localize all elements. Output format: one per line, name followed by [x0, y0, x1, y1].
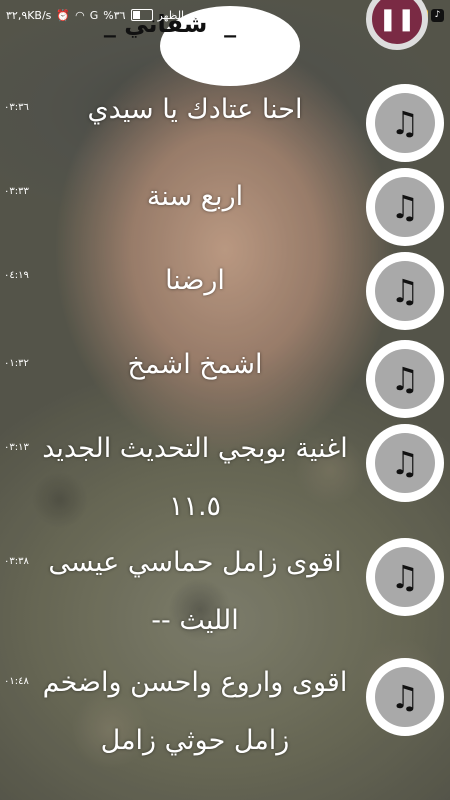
wifi-icon: ◠	[75, 8, 85, 22]
song-disc[interactable]: ♫	[366, 538, 444, 616]
song-list: ٠٣:٣٦ احنا عتادك يا سيدي ♫ ٠٣:٣٣ اربع سن…	[0, 80, 450, 800]
song-duration: ٠٤:١٩	[4, 270, 29, 281]
battery-percent: ٣٦%	[103, 8, 126, 22]
song-title: اقوى زامل حماسي عيسى الليث --	[48, 547, 342, 636]
song-duration: ٠٣:١٣	[4, 442, 29, 453]
song-disc[interactable]: ♫	[366, 252, 444, 330]
clock: ١١:٠٨ بعد الظهر	[157, 8, 233, 22]
song-title: اشمخ اشمخ	[127, 349, 263, 380]
song-duration: ٠١:٣٢	[4, 358, 29, 369]
song-item[interactable]: ٠٣:٣٦ احنا عتادك يا سيدي ♫	[0, 80, 450, 170]
alarm-icon: ⏰	[56, 8, 71, 22]
tiktok-icon: ♪	[431, 8, 444, 22]
song-item[interactable]: ٠١:٤٨ اقوى واروع واحسن واضخم زامل حوثي ز…	[0, 654, 450, 800]
pause-icon: ❚❚	[378, 6, 416, 32]
song-item[interactable]: ٠٣:١٣ اغنية بوبجي التحديث الجديد ١١.٥ ♫	[0, 420, 450, 540]
song-title: احنا عتادك يا سيدي	[87, 94, 303, 125]
music-note-icon: ♫	[390, 104, 420, 142]
song-duration: ٠٣:٣٨	[4, 556, 29, 567]
song-disc[interactable]: ♫	[366, 340, 444, 418]
music-note-icon: ♫	[390, 444, 420, 482]
song-duration: ٠٣:٣٣	[4, 186, 29, 197]
signal-label: G	[89, 8, 99, 22]
status-left: ١١:٠٨ بعد الظهر ٣٦% G ◠ ⏰ ٣٢,٩KB/s	[6, 9, 233, 22]
music-note-icon: ♫	[390, 272, 420, 310]
network-speed: ٣٢,٩KB/s	[6, 8, 52, 22]
song-item[interactable]: ٠١:٣٢ اشمخ اشمخ ♫	[0, 336, 450, 426]
music-note-icon: ♫	[390, 678, 420, 716]
song-item[interactable]: ٠٤:١٩ ارضنا ♫	[0, 248, 450, 338]
song-disc[interactable]: ♫	[366, 424, 444, 502]
song-disc[interactable]: ♫	[366, 168, 444, 246]
song-title: ارضنا	[165, 265, 225, 296]
battery-icon	[130, 9, 153, 21]
music-note-icon: ♫	[390, 360, 420, 398]
song-duration: ٠١:٤٨	[4, 676, 29, 687]
song-disc[interactable]: ♫	[366, 84, 444, 162]
song-disc[interactable]: ♫	[366, 658, 444, 736]
song-title: اقوى واروع واحسن واضخم زامل حوثي زامل	[42, 667, 348, 756]
song-item[interactable]: ٠٣:٣٣ اربع سنة ♫	[0, 164, 450, 254]
music-note-icon: ♫	[390, 188, 420, 226]
song-title: اربع سنة	[146, 181, 244, 212]
song-title: اغنية بوبجي التحديث الجديد ١١.٥	[42, 433, 348, 522]
song-duration: ٠٣:٣٦	[4, 102, 29, 113]
song-item[interactable]: ٠٣:٣٨ اقوى زامل حماسي عيسى الليث -- ♫	[0, 534, 450, 654]
music-note-icon: ♫	[390, 558, 420, 596]
